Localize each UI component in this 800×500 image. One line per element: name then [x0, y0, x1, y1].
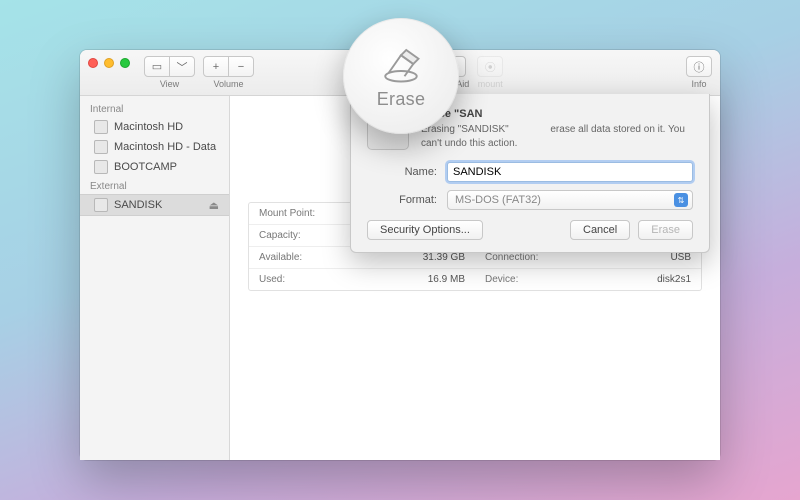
chevron-updown-icon: ⇅ — [674, 193, 688, 207]
close-icon[interactable] — [88, 58, 98, 68]
volume-remove-button[interactable]: − — [228, 56, 254, 77]
view-mode-button[interactable]: ▭ — [144, 56, 170, 77]
format-select[interactable]: MS-DOS (FAT32) ⇅ — [447, 190, 693, 210]
disk-icon — [94, 160, 108, 174]
sidebar-item-label: Macintosh HD — [114, 121, 183, 133]
window-controls — [88, 56, 130, 68]
erase-button[interactable]: Erase — [638, 220, 693, 240]
sidebar-item-label: Macintosh HD - Data — [114, 141, 216, 153]
main-panel: 31.41 GB Mount Point:/Volumes/SANDISK Ty… — [230, 96, 720, 460]
format-row: Format: MS-DOS (FAT32) ⇅ — [367, 190, 693, 210]
cancel-button[interactable]: Cancel — [570, 220, 630, 240]
erase-icon — [380, 43, 422, 85]
name-row: Name: — [367, 162, 693, 182]
volume-group: + − Volume — [203, 56, 254, 89]
minimize-icon[interactable] — [104, 58, 114, 68]
info-row-device: Device:disk2s1 — [475, 268, 701, 290]
dialog-description: Erasing "SANDISK" erase all data stored … — [421, 123, 693, 150]
disk-icon — [94, 198, 108, 212]
info-button[interactable]: ⓘ — [686, 56, 712, 77]
volume-add-button[interactable]: + — [203, 56, 229, 77]
zoom-icon[interactable] — [120, 58, 130, 68]
info-row-used: Used:16.9 MB — [249, 268, 475, 290]
sidebar-item-macintosh-hd-data[interactable]: Macintosh HD - Data — [80, 137, 229, 157]
name-input[interactable] — [447, 162, 693, 182]
mount-button[interactable]: ⦿ — [477, 56, 503, 77]
info-label: Info — [692, 79, 707, 89]
sidebar-item-label: SANDISK — [114, 199, 162, 211]
dialog-title: Erase "SAN — [421, 108, 693, 120]
sidebar-header-external: External — [80, 177, 229, 194]
eject-icon[interactable]: ⏏ — [209, 199, 219, 212]
window-body: Internal Macintosh HD Macintosh HD - Dat… — [80, 96, 720, 460]
security-options-button[interactable]: Security Options... — [367, 220, 483, 240]
sidebar-item-bootcamp[interactable]: BOOTCAMP — [80, 157, 229, 177]
sidebar-item-label: BOOTCAMP — [114, 161, 177, 173]
view-label: View — [160, 79, 179, 89]
mount-label: mount — [478, 79, 503, 89]
magnifier-label: Erase — [377, 89, 426, 110]
volume-label: Volume — [213, 79, 243, 89]
view-dropdown-button[interactable]: ﹀ — [169, 56, 195, 77]
format-label: Format: — [367, 194, 437, 206]
disk-icon — [94, 140, 108, 154]
magnifier-overlay: Erase — [343, 18, 459, 134]
sidebar: Internal Macintosh HD Macintosh HD - Dat… — [80, 96, 230, 460]
info-group: ⓘ Info — [686, 56, 712, 89]
sidebar-item-macintosh-hd[interactable]: Macintosh HD — [80, 117, 229, 137]
sidebar-item-sandisk[interactable]: SANDISK ⏏ — [80, 194, 229, 216]
disk-icon — [94, 120, 108, 134]
mount-group: ⦿ mount — [477, 56, 503, 89]
sidebar-header-internal: Internal — [80, 100, 229, 117]
format-value: MS-DOS (FAT32) — [455, 194, 541, 206]
name-label: Name: — [367, 166, 437, 178]
view-group: ▭ ﹀ View — [144, 56, 195, 89]
